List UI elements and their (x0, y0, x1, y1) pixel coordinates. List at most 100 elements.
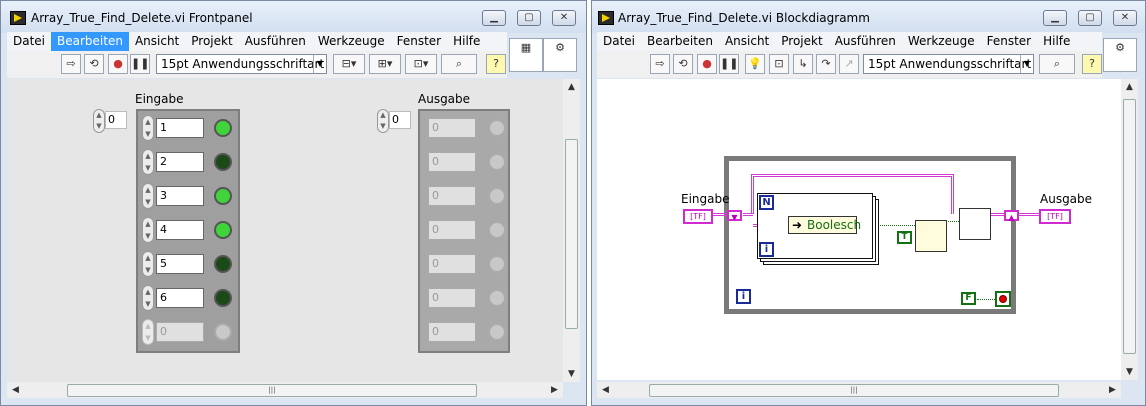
search-icon[interactable]: ⌕ (441, 54, 477, 74)
input-value[interactable]: 5 (156, 254, 204, 274)
loop-count-terminal[interactable]: N (759, 195, 774, 210)
boolean-led[interactable] (214, 221, 232, 239)
input-row[interactable]: ▲ ▼ 1 (142, 113, 234, 143)
output-index-display[interactable]: ▲ ▼ 0 (377, 109, 417, 133)
row-spinner-icon[interactable]: ▲ ▼ (142, 115, 154, 141)
pause-icon[interactable]: ❚❚ (719, 54, 739, 74)
index-spinner-icon[interactable]: ▲ ▼ (377, 109, 389, 133)
minimize-icon[interactable]: ▁ (482, 10, 506, 26)
input-value[interactable]: 4 (156, 220, 204, 240)
menu-bearbeiten[interactable]: Bearbeiten (641, 32, 719, 51)
for-loop[interactable]: N i ➜ Boolesch (757, 193, 873, 259)
output-index-value[interactable]: 0 (389, 111, 411, 129)
step-over-icon[interactable]: ↷ (816, 54, 836, 74)
boolean-led[interactable] (214, 153, 232, 171)
input-index-display[interactable]: ▲ ▼ 0 (93, 109, 133, 133)
menu-datei[interactable]: Datei (597, 32, 641, 51)
help-icon[interactable]: ? (1082, 54, 1102, 74)
menu-hilfe[interactable]: Hilfe (447, 32, 486, 51)
maximize-icon[interactable]: ▢ (1078, 10, 1102, 26)
input-value[interactable]: 2 (156, 152, 204, 172)
retain-wire-values-icon[interactable]: ⊡ (769, 54, 789, 74)
menu-projekt[interactable]: Projekt (185, 32, 238, 51)
boolean-led[interactable] (214, 119, 232, 137)
boolean-led[interactable] (214, 323, 232, 341)
input-array[interactable]: ▲ ▼ 1 ▲ ▼ 2 ▲ ▼ 3 ▲ ▼ 4 ▲ ▼ 5 ▲ ▼ 6 ▲ ▼ … (136, 109, 240, 353)
run-arrow-icon[interactable]: ⇨ (650, 54, 670, 74)
false-constant[interactable]: F (961, 292, 976, 305)
input-row[interactable]: ▲ ▼ 5 (142, 249, 234, 279)
shift-register-left-icon[interactable]: ▼ (727, 210, 742, 222)
blockdiagram-horizontal-scrollbar[interactable]: ◀ ||| ▶ (597, 382, 1121, 398)
menu-datei[interactable]: Datei (7, 32, 51, 51)
scroll-thumb[interactable] (565, 139, 578, 329)
resize-objects-icon[interactable]: ⊡▾ (405, 54, 437, 74)
input-row[interactable]: ▲ ▼ 3 (142, 181, 234, 211)
scroll-down-icon[interactable]: ▼ (1121, 364, 1138, 380)
row-spinner-icon[interactable]: ▲ ▼ (142, 149, 154, 175)
input-row[interactable]: ▲ ▼ 0 (142, 317, 234, 347)
input-value[interactable]: 1 (156, 118, 204, 138)
boolean-led[interactable] (214, 255, 232, 273)
blockdiagram-titlebar[interactable]: Array_True_Find_Delete.vi Blockdiagramm … (592, 1, 1145, 33)
true-constant[interactable]: T (897, 231, 912, 244)
run-continuously-icon[interactable]: ⟲ (673, 54, 693, 74)
menu-hilfe[interactable]: Hilfe (1037, 32, 1076, 51)
unbundle-by-name-node[interactable]: ➜ Boolesch (788, 216, 861, 234)
menu-ausfuehren[interactable]: Ausführen (829, 32, 902, 51)
vi-icon[interactable]: ⚙ (543, 38, 577, 72)
scroll-down-icon[interactable]: ▼ (563, 366, 580, 382)
maximize-icon[interactable]: ▢ (517, 10, 541, 26)
input-value[interactable]: 3 (156, 186, 204, 206)
menu-ausfuehren[interactable]: Ausführen (239, 32, 312, 51)
search-icon[interactable]: ⌕ (1039, 54, 1075, 74)
boolean-led[interactable] (214, 187, 232, 205)
pause-icon[interactable]: ❚❚ (130, 54, 150, 74)
close-icon[interactable]: ✕ (1113, 10, 1137, 26)
scroll-thumb[interactable] (1123, 99, 1136, 354)
frontpanel-horizontal-scrollbar[interactable]: ◀ ||| ▶ (7, 382, 563, 398)
vi-icon[interactable]: ⚙ (1103, 38, 1137, 72)
close-icon[interactable]: ✕ (552, 10, 576, 26)
abort-icon[interactable]: ● (108, 54, 128, 74)
font-selector[interactable]: 15pt Anwendungsschriftart ▼ (156, 54, 327, 74)
scroll-left-icon[interactable]: ◀ (597, 382, 614, 398)
input-value[interactable]: 0 (156, 322, 204, 342)
search-1d-array-icon[interactable] (915, 220, 947, 252)
stop-condition-icon[interactable] (995, 291, 1011, 307)
frontpanel-vertical-scrollbar[interactable]: ▲ ▼ (563, 79, 580, 382)
run-arrow-icon[interactable]: ⇨ (61, 54, 81, 74)
step-out-icon[interactable]: ↗ (839, 54, 859, 74)
delete-from-array-icon[interactable] (959, 208, 991, 240)
scroll-up-icon[interactable]: ▲ (1121, 79, 1138, 95)
minimize-icon[interactable]: ▁ (1043, 10, 1067, 26)
input-row[interactable]: ▲ ▼ 4 (142, 215, 234, 245)
abort-icon[interactable]: ● (697, 54, 717, 74)
step-into-icon[interactable]: ↳ (793, 54, 813, 74)
blockdiagram-vertical-scrollbar[interactable]: ▲ ▼ (1121, 79, 1138, 380)
row-spinner-icon[interactable]: ▲ ▼ (142, 183, 154, 209)
loop-index-terminal[interactable]: i (759, 242, 774, 257)
menu-bearbeiten[interactable]: Bearbeiten (51, 32, 129, 51)
while-iteration-terminal[interactable]: i (736, 289, 751, 304)
row-spinner-icon[interactable]: ▲ ▼ (142, 251, 154, 277)
menu-werkzeuge[interactable]: Werkzeuge (902, 32, 981, 51)
highlight-execution-icon[interactable]: 💡 (745, 54, 765, 74)
scroll-right-icon[interactable]: ▶ (546, 382, 563, 398)
row-spinner-icon[interactable]: ▲ ▼ (142, 285, 154, 311)
input-row[interactable]: ▲ ▼ 6 (142, 283, 234, 313)
row-spinner-icon[interactable]: ▲ ▼ (142, 319, 154, 345)
output-terminal[interactable]: [TF] (1039, 209, 1071, 224)
menu-fenster[interactable]: Fenster (391, 32, 448, 51)
index-spinner-icon[interactable]: ▲ ▼ (93, 109, 105, 133)
distribute-objects-icon[interactable]: ⊞▾ (369, 54, 401, 74)
input-index-value[interactable]: 0 (105, 111, 127, 129)
menu-fenster[interactable]: Fenster (981, 32, 1038, 51)
font-selector[interactable]: 15pt Anwendungsschriftart ▼ (863, 54, 1034, 74)
scroll-left-icon[interactable]: ◀ (7, 382, 24, 398)
align-objects-icon[interactable]: ⊟▾ (333, 54, 365, 74)
connector-pane-icon[interactable]: ▦ (509, 38, 543, 72)
input-row[interactable]: ▲ ▼ 2 (142, 147, 234, 177)
frontpanel-titlebar[interactable]: Array_True_Find_Delete.vi Frontpanel ▁ ▢… (1, 1, 586, 33)
scroll-up-icon[interactable]: ▲ (563, 79, 580, 95)
